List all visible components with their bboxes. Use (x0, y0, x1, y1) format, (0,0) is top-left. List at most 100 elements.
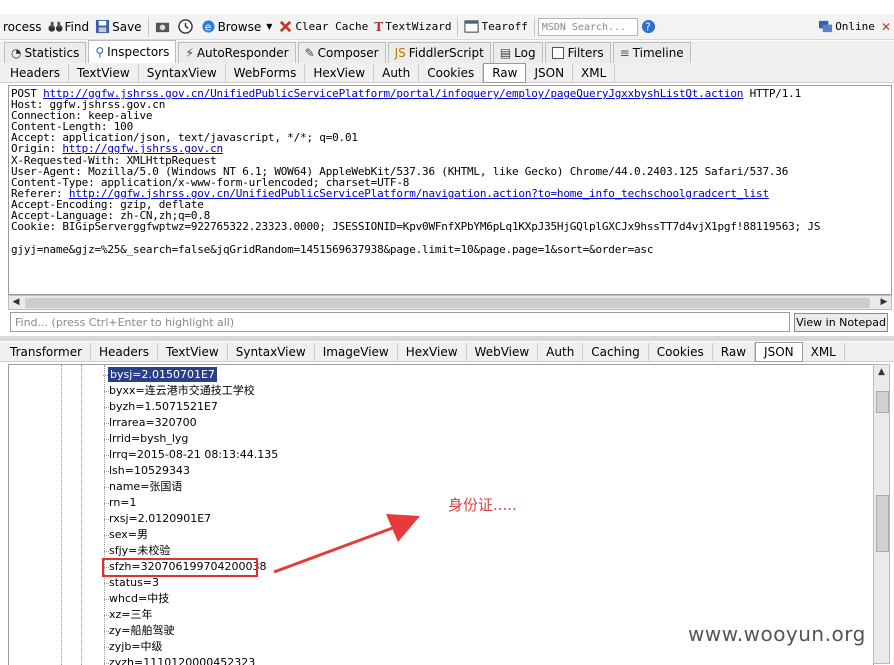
tab-log[interactable]: ▤ Log (492, 42, 543, 63)
tab-label: XML (810, 344, 836, 359)
tab-hexview[interactable]: HexView (305, 63, 375, 82)
tab-autoresponder[interactable]: ⚡ AutoResponder (178, 42, 296, 63)
tab-textview[interactable]: TextView (69, 63, 139, 82)
tree-node-lrrid[interactable]: lrrid=bysh_lyg (103, 431, 188, 446)
tab-hexview[interactable]: HexView (398, 342, 467, 361)
tab-raw[interactable]: Raw (483, 62, 527, 83)
json-tree-view[interactable]: bysj=2.0150701E7 byxx=连云港市交通技工学校 byzh=1.… (8, 364, 874, 665)
tab-syntaxview[interactable]: SyntaxView (228, 342, 315, 361)
tab-json[interactable]: JSON (526, 63, 574, 82)
textwizard-button[interactable]: T TextWizard (371, 16, 454, 38)
floppy-disk-icon (96, 19, 110, 34)
tab-label: Raw (720, 344, 747, 359)
tab-inspectors[interactable]: ⚲ Inspectors (88, 40, 177, 63)
tree-node-rn[interactable]: rn=1 (104, 495, 137, 510)
tab-statistics[interactable]: ◔ Statistics (4, 42, 87, 63)
tab-textview[interactable]: TextView (158, 342, 228, 361)
tree-node-sfjy[interactable]: sfjy=未校验 (103, 543, 170, 558)
tab-webview[interactable]: WebView (467, 342, 539, 361)
tab-label: HexView (313, 65, 366, 80)
close-button[interactable]: ✕ (878, 16, 894, 38)
tab-xml[interactable]: XML (803, 342, 845, 361)
tab-label: JSON (534, 65, 565, 80)
tab-composer[interactable]: ✎ Composer (297, 42, 386, 63)
find-label: Find (64, 19, 90, 34)
msdn-search-input[interactable]: MSDN Search... (537, 17, 638, 36)
tree-node-bysj[interactable]: bysj=2.0150701E7 (103, 367, 217, 382)
tab-label: Timeline (632, 46, 684, 60)
tree-node-name[interactable]: name=张国语 (103, 479, 182, 494)
binoculars-icon (47, 21, 63, 32)
tab-label: TextView (76, 65, 130, 80)
request-body: gjyj=name&gjz=%25&_search=false&jqGridRa… (11, 243, 654, 257)
horizontal-scrollbar[interactable]: ◀ ▶ (8, 295, 892, 310)
tab-label: Auth (382, 65, 411, 80)
find-button[interactable]: Find (45, 16, 93, 38)
watermark: www.wooyun.org (688, 622, 866, 646)
tab-label: Cookies (656, 344, 704, 359)
checkbox-icon (551, 47, 564, 59)
tab-auth[interactable]: Auth (374, 63, 420, 82)
tab-caching[interactable]: Caching (583, 342, 649, 361)
scroll-up-icon[interactable]: ▲ (874, 365, 889, 379)
tab-headers[interactable]: Headers (2, 63, 69, 82)
find-input[interactable]: Find... (press Ctrl+Enter to highlight a… (10, 312, 790, 332)
raw-request-view[interactable]: POST http://ggfw.jshrss.gov.cn/UnifiedPu… (8, 85, 892, 295)
tab-raw[interactable]: Raw (713, 342, 756, 361)
tree-node-status[interactable]: status=3 (103, 575, 159, 590)
tab-label: WebView (474, 344, 530, 359)
tab-xml[interactable]: XML (573, 63, 616, 82)
tab-headers[interactable]: Headers (91, 342, 158, 361)
raw-request-headers: POST http://ggfw.jshrss.gov.cn/UnifiedPu… (9, 86, 891, 232)
tab-label: Statistics (24, 46, 80, 60)
scroll-right-icon[interactable]: ▶ (877, 296, 891, 309)
browse-button[interactable]: e Browse ▼ (198, 16, 276, 38)
scrollbar-thumb[interactable] (25, 298, 870, 308)
tree-guide-line (104, 365, 106, 665)
log-icon: ▤ (499, 46, 512, 60)
tearoff-button[interactable]: Tearoff (461, 16, 530, 38)
main-tabs: ◔ Statistics ⚲ Inspectors ⚡ AutoResponder ✎… (0, 40, 894, 63)
tree-node-xz[interactable]: xz=三年 (104, 607, 153, 622)
tree-node-zyjb[interactable]: zyjb=中级 (104, 639, 163, 654)
annotation-arrow-icon (273, 514, 420, 574)
tree-node-lrrq[interactable]: lrrq=2015-08-21 08:13:44.135 (103, 447, 278, 462)
highlight-box (102, 558, 258, 577)
tree-node-zy[interactable]: zy=船舶驾驶 (104, 623, 175, 638)
view-in-notepad-button[interactable]: View in Notepad (794, 313, 888, 332)
chevron-down-icon[interactable]: ▼ (266, 22, 272, 31)
tree-node-byzh[interactable]: byzh=1.5071521E7 (104, 399, 218, 414)
tab-cookies[interactable]: Cookies (649, 342, 713, 361)
tab-fiddlerscript[interactable]: JS FiddlerScript (387, 42, 491, 63)
tree-node-byxx[interactable]: byxx=连云港市交通技工学校 (104, 383, 255, 398)
tab-filters[interactable]: Filters (544, 42, 611, 63)
scroll-left-icon[interactable]: ◀ (9, 296, 23, 309)
tree-node-lsh[interactable]: lsh=10529343 (104, 463, 190, 478)
tab-auth[interactable]: Auth (538, 342, 584, 361)
tree-node-sex[interactable]: sex=男 (103, 527, 148, 542)
tab-timeline[interactable]: ≡ Timeline (612, 42, 691, 63)
tree-node-rxsj[interactable]: rxsj=2.0120901E7 (103, 511, 211, 526)
tab-transformer[interactable]: Transformer (2, 342, 92, 361)
process-button[interactable]: rocess (0, 16, 45, 38)
tab-cookies[interactable]: Cookies (419, 63, 484, 82)
tab-label: Transformer (10, 344, 83, 359)
timer-button[interactable] (175, 16, 198, 38)
tab-syntaxview[interactable]: SyntaxView (139, 63, 226, 82)
vertical-scrollbar[interactable]: ▲ (873, 364, 890, 664)
scrollbar-thumb[interactable] (876, 391, 889, 413)
tree-node-lrrarea[interactable]: lrrarea=320700 (104, 415, 197, 430)
help-button[interactable]: ? (638, 16, 661, 38)
tree-node-whcd[interactable]: whcd=中技 (103, 591, 169, 606)
online-button[interactable]: Online (815, 16, 878, 38)
pane-splitter[interactable] (0, 336, 894, 341)
tab-imageview[interactable]: ImageView (315, 342, 398, 361)
scrollbar-thumb[interactable] (876, 495, 889, 552)
save-button[interactable]: Save (92, 16, 144, 38)
clear-cache-button[interactable]: Clear Cache (275, 16, 371, 38)
tab-webforms[interactable]: WebForms (226, 63, 306, 82)
tab-label: Raw (492, 65, 518, 80)
request-line-version: HTTP/1.1 (743, 87, 802, 100)
tab-json[interactable]: JSON (755, 341, 803, 362)
screenshot-button[interactable] (152, 16, 175, 38)
